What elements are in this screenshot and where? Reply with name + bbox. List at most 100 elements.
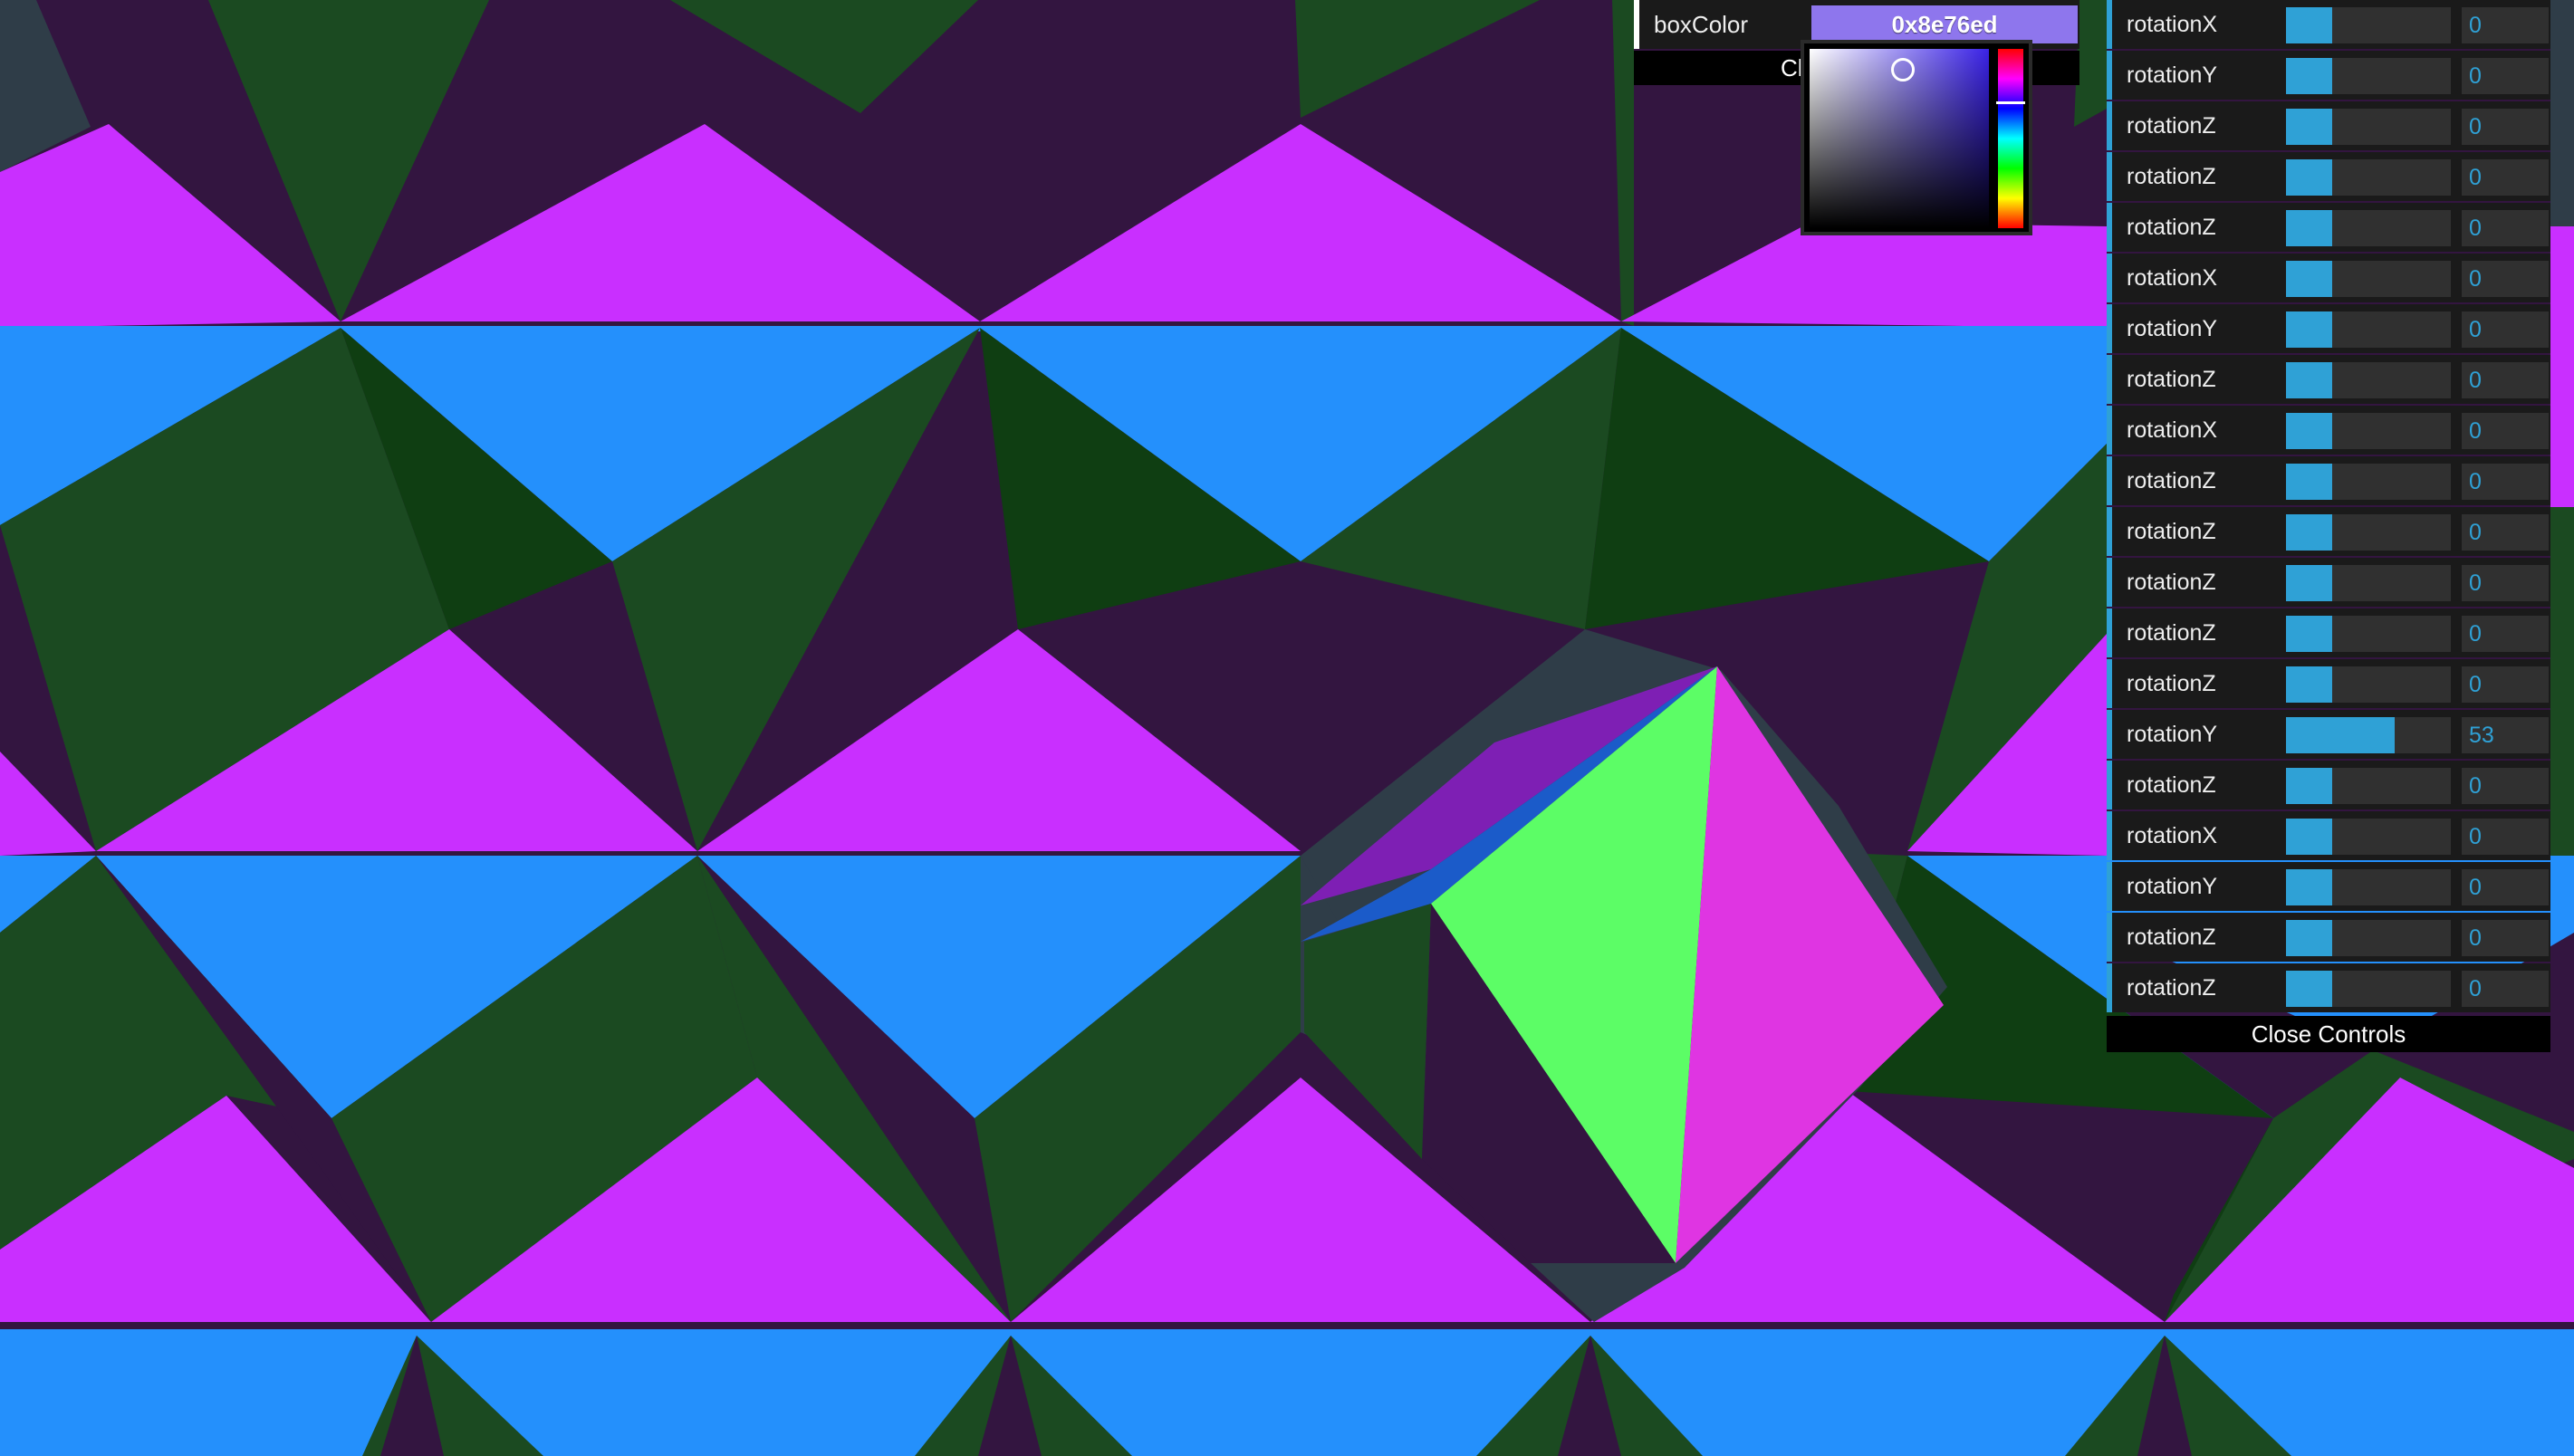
controller-label: rotationY <box>2127 722 2218 747</box>
rotation-controller-rotationy[interactable]: rotationY 0 <box>2107 304 2550 353</box>
slider-fill <box>2286 261 2332 297</box>
rotation-controller-rotationz[interactable]: rotationZ 0 <box>2107 659 2550 708</box>
box-color-label: boxColor <box>1654 11 1749 38</box>
slider-value-input[interactable]: 0 <box>2462 362 2549 398</box>
slider-fill <box>2286 768 2332 804</box>
slider-track[interactable] <box>2286 159 2451 196</box>
close-controls-button[interactable]: Close Controls <box>2107 1016 2550 1052</box>
rotation-controller-rotationy[interactable]: rotationY 0 <box>2107 51 2550 100</box>
rotation-controller-rotationx[interactable]: rotationX 0 <box>2107 0 2550 49</box>
controller-label: rotationY <box>2127 316 2218 341</box>
slider-value-input[interactable]: 0 <box>2462 768 2549 804</box>
controller-label: rotationZ <box>2127 570 2216 595</box>
slider-fill <box>2286 666 2332 703</box>
slider-fill <box>2286 920 2332 956</box>
rotation-controller-rotationy[interactable]: rotationY 0 <box>2107 862 2550 911</box>
slider-track[interactable] <box>2286 514 2451 551</box>
controller-label: rotationZ <box>2127 468 2216 493</box>
slider-track[interactable] <box>2286 261 2451 297</box>
slider-value-input[interactable]: 0 <box>2462 464 2549 500</box>
slider-track[interactable] <box>2286 109 2451 145</box>
rotation-controller-rotationz[interactable]: rotationZ 0 <box>2107 507 2550 556</box>
slider-fill <box>2286 311 2332 348</box>
slider-track[interactable] <box>2286 616 2451 652</box>
slider-track[interactable] <box>2286 717 2451 753</box>
rotation-controller-rotationz[interactable]: rotationZ 0 <box>2107 761 2550 809</box>
slider-fill <box>2286 869 2332 905</box>
rotation-controller-rotationx[interactable]: rotationX 0 <box>2107 406 2550 455</box>
slider-fill <box>2286 362 2332 398</box>
slider-track[interactable] <box>2286 565 2451 601</box>
color-picker-popup[interactable] <box>1801 40 2032 235</box>
slider-value-input[interactable]: 0 <box>2462 616 2549 652</box>
controller-label: rotationZ <box>2127 519 2216 544</box>
controller-label: rotationZ <box>2127 164 2216 189</box>
slider-track[interactable] <box>2286 819 2451 855</box>
slider-fill <box>2286 717 2395 753</box>
slider-value-input[interactable]: 0 <box>2462 58 2549 94</box>
slider-track[interactable] <box>2286 413 2451 449</box>
rotation-controller-rotationy[interactable]: rotationY 53 <box>2107 710 2550 759</box>
slider-value-input[interactable]: 0 <box>2462 869 2549 905</box>
rotation-controller-rotationz[interactable]: rotationZ 0 <box>2107 913 2550 962</box>
slider-track[interactable] <box>2286 920 2451 956</box>
slider-value-input[interactable]: 0 <box>2462 565 2549 601</box>
box-color-value-field[interactable]: 0x8e76ed <box>1811 5 2078 43</box>
saturation-value-knob[interactable] <box>1891 58 1915 81</box>
hue-slider[interactable] <box>1996 49 2025 228</box>
slider-value-input[interactable]: 0 <box>2462 819 2549 855</box>
slider-track[interactable] <box>2286 666 2451 703</box>
rotation-controller-rotationz[interactable]: rotationZ 0 <box>2107 152 2550 201</box>
rotation-controller-rotationz[interactable]: rotationZ 0 <box>2107 558 2550 607</box>
rotation-controller-rotationx[interactable]: rotationX 0 <box>2107 811 2550 860</box>
slider-fill <box>2286 109 2332 145</box>
rotation-controller-rotationz[interactable]: rotationZ 0 <box>2107 101 2550 150</box>
controller-label: rotationZ <box>2127 113 2216 139</box>
slider-track[interactable] <box>2286 311 2451 348</box>
slider-fill <box>2286 819 2332 855</box>
slider-track[interactable] <box>2286 210 2451 246</box>
slider-fill <box>2286 514 2332 551</box>
slider-value-input[interactable]: 0 <box>2462 971 2549 1007</box>
slider-fill <box>2286 159 2332 196</box>
hue-marker[interactable] <box>1996 101 2025 104</box>
rotation-controller-rotationz[interactable]: rotationZ 0 <box>2107 355 2550 404</box>
controller-label: rotationZ <box>2127 772 2216 798</box>
slider-value-input[interactable]: 0 <box>2462 666 2549 703</box>
slider-value-input[interactable]: 0 <box>2462 261 2549 297</box>
slider-value-input[interactable]: 53 <box>2462 717 2549 753</box>
slider-value-input[interactable]: 0 <box>2462 311 2549 348</box>
slider-value-input[interactable]: 0 <box>2462 210 2549 246</box>
slider-track[interactable] <box>2286 869 2451 905</box>
slider-track[interactable] <box>2286 58 2451 94</box>
controller-label: rotationZ <box>2127 367 2216 392</box>
rotation-controls-panel: rotationX 0 rotationY 0 rotationZ 0 rotationZ 0… <box>2107 0 2550 1052</box>
slider-track[interactable] <box>2286 971 2451 1007</box>
slider-fill <box>2286 971 2332 1007</box>
slider-value-input[interactable]: 0 <box>2462 7 2549 43</box>
rotation-controller-rotationx[interactable]: rotationX 0 <box>2107 254 2550 302</box>
slider-value-input[interactable]: 0 <box>2462 920 2549 956</box>
slider-fill <box>2286 413 2332 449</box>
slider-fill <box>2286 565 2332 601</box>
slider-value-input[interactable]: 0 <box>2462 413 2549 449</box>
slider-value-input[interactable]: 0 <box>2462 514 2549 551</box>
slider-fill <box>2286 616 2332 652</box>
controller-label: rotationZ <box>2127 975 2216 1001</box>
rotation-controller-rotationz[interactable]: rotationZ 0 <box>2107 456 2550 505</box>
slider-value-input[interactable]: 0 <box>2462 109 2549 145</box>
controller-label: rotationX <box>2127 12 2218 37</box>
slider-track[interactable] <box>2286 7 2451 43</box>
slider-track[interactable] <box>2286 464 2451 500</box>
slider-value-input[interactable]: 0 <box>2462 159 2549 196</box>
rotation-controller-rotationz[interactable]: rotationZ 0 <box>2107 963 2550 1012</box>
slider-fill <box>2286 7 2332 43</box>
slider-track[interactable] <box>2286 768 2451 804</box>
color-gui-close-label: Cl <box>1781 54 1803 81</box>
rotation-controller-rotationz[interactable]: rotationZ 0 <box>2107 203 2550 252</box>
slider-track[interactable] <box>2286 362 2451 398</box>
saturation-value-field[interactable] <box>1810 49 1989 228</box>
rotation-controller-rotationz[interactable]: rotationZ 0 <box>2107 608 2550 657</box>
controller-label: rotationZ <box>2127 671 2216 696</box>
controller-label: rotationY <box>2127 62 2218 88</box>
